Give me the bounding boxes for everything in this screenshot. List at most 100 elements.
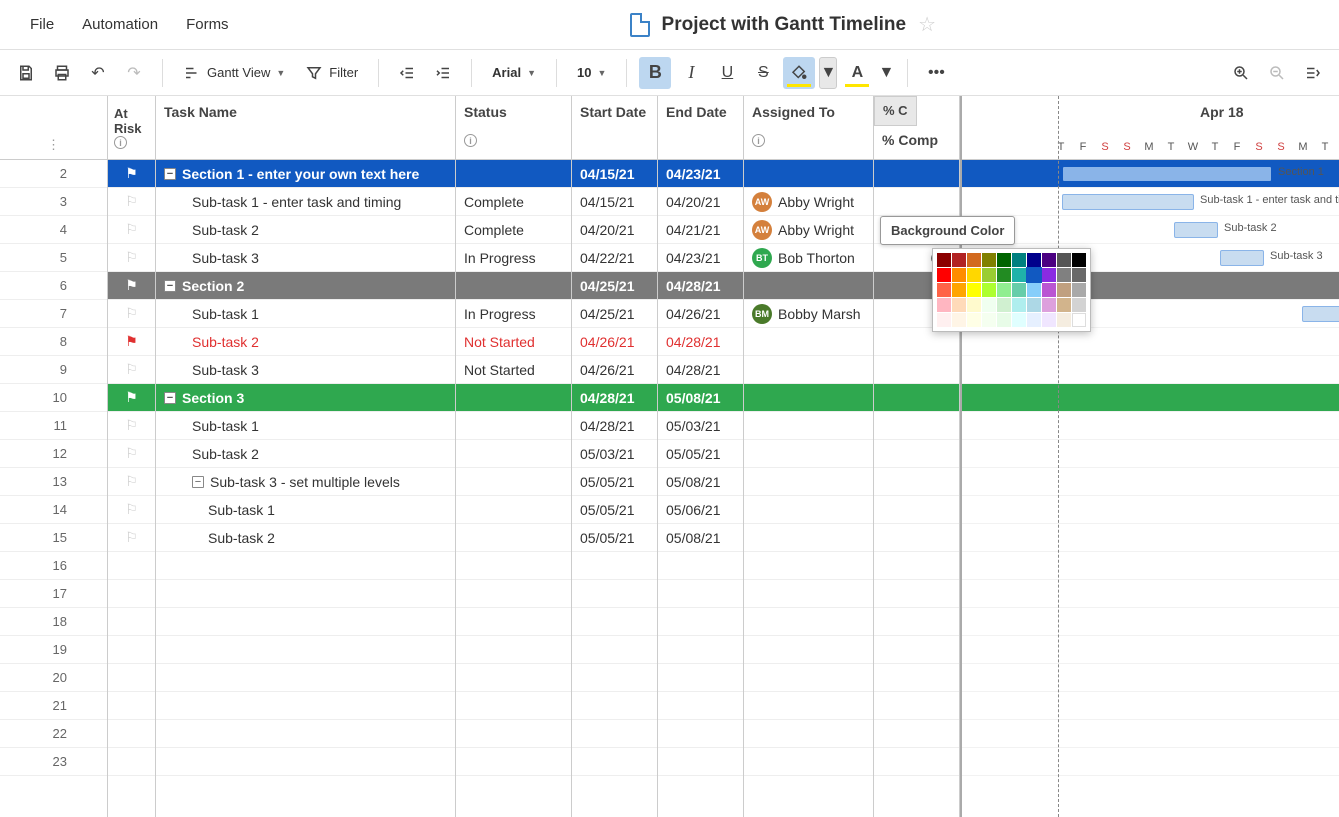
color-swatch[interactable]: [997, 283, 1011, 297]
font-size-selector[interactable]: 10 ▼: [569, 61, 614, 84]
assigned-cell[interactable]: [744, 552, 873, 580]
complete-header[interactable]: % C % Comp: [874, 96, 959, 160]
end-date-header[interactable]: End Date: [658, 96, 743, 160]
color-swatch[interactable]: [1027, 268, 1041, 282]
color-swatch[interactable]: [967, 268, 981, 282]
row-number[interactable]: 2: [0, 160, 107, 188]
collapse-icon[interactable]: −: [164, 280, 176, 292]
text-color-dropdown[interactable]: ▼: [877, 57, 895, 89]
color-swatch[interactable]: [937, 283, 951, 297]
status-cell[interactable]: [456, 748, 571, 776]
task-cell[interactable]: [156, 664, 455, 692]
color-swatch[interactable]: [1042, 253, 1056, 267]
color-swatch[interactable]: [1057, 268, 1071, 282]
color-swatch[interactable]: [1027, 313, 1041, 327]
at-risk-cell[interactable]: ⚑: [108, 272, 155, 300]
task-cell[interactable]: Sub-task 1: [156, 496, 455, 524]
color-swatch[interactable]: [1057, 253, 1071, 267]
at-risk-header[interactable]: At Risk i: [108, 96, 155, 160]
at-risk-cell[interactable]: ⚐: [108, 300, 155, 328]
start-date-cell[interactable]: 04/15/21: [572, 160, 657, 188]
assigned-cell[interactable]: [744, 636, 873, 664]
task-cell[interactable]: [156, 692, 455, 720]
row-number[interactable]: 9: [0, 356, 107, 384]
page-title[interactable]: Project with Gantt Timeline: [662, 14, 907, 36]
print-button[interactable]: [46, 57, 78, 89]
color-swatch[interactable]: [1057, 298, 1071, 312]
at-risk-cell[interactable]: [108, 552, 155, 580]
color-swatch[interactable]: [1012, 283, 1026, 297]
italic-button[interactable]: I: [675, 57, 707, 89]
end-date-cell[interactable]: [658, 608, 743, 636]
complete-cell[interactable]: [874, 692, 959, 720]
complete-cell[interactable]: [874, 636, 959, 664]
row-number[interactable]: 10: [0, 384, 107, 412]
end-date-cell[interactable]: [658, 720, 743, 748]
status-cell[interactable]: Complete: [456, 188, 571, 216]
color-swatch[interactable]: [1072, 313, 1086, 327]
row-number[interactable]: 3: [0, 188, 107, 216]
status-cell[interactable]: [456, 608, 571, 636]
assigned-cell[interactable]: [744, 384, 873, 412]
task-cell[interactable]: Sub-task 1: [156, 412, 455, 440]
assigned-to-header[interactable]: Assigned Toi: [744, 96, 873, 160]
assigned-cell[interactable]: [744, 412, 873, 440]
font-selector[interactable]: Arial ▼: [484, 61, 544, 84]
end-date-cell[interactable]: 04/20/21: [658, 188, 743, 216]
fill-color-button[interactable]: [783, 57, 815, 89]
end-date-cell[interactable]: [658, 580, 743, 608]
task-cell[interactable]: [156, 580, 455, 608]
at-risk-cell[interactable]: ⚐: [108, 524, 155, 552]
color-swatch[interactable]: [1072, 268, 1086, 282]
at-risk-cell[interactable]: [108, 720, 155, 748]
start-date-cell[interactable]: [572, 608, 657, 636]
start-date-cell[interactable]: [572, 720, 657, 748]
complete-cell[interactable]: [874, 384, 959, 412]
complete-cell[interactable]: [874, 412, 959, 440]
assigned-cell[interactable]: [744, 580, 873, 608]
text-color-button[interactable]: A: [841, 57, 873, 89]
complete-cell[interactable]: [874, 524, 959, 552]
end-date-cell[interactable]: 05/08/21: [658, 524, 743, 552]
color-swatch[interactable]: [937, 268, 951, 282]
assigned-cell[interactable]: [744, 692, 873, 720]
color-swatch[interactable]: [952, 283, 966, 297]
start-date-cell[interactable]: 04/22/21: [572, 244, 657, 272]
color-swatch[interactable]: [967, 283, 981, 297]
gantt-bar[interactable]: [1062, 194, 1194, 210]
task-cell[interactable]: Sub-task 2: [156, 440, 455, 468]
end-date-cell[interactable]: [658, 664, 743, 692]
at-risk-cell[interactable]: [108, 636, 155, 664]
at-risk-cell[interactable]: ⚑: [108, 328, 155, 356]
task-cell[interactable]: −Section 1 - enter your own text here: [156, 160, 455, 188]
task-cell[interactable]: −Section 3: [156, 384, 455, 412]
color-swatch[interactable]: [1027, 298, 1041, 312]
status-cell[interactable]: [456, 580, 571, 608]
color-swatch[interactable]: [967, 298, 981, 312]
assigned-cell[interactable]: [744, 664, 873, 692]
color-swatch[interactable]: [1012, 268, 1026, 282]
end-date-cell[interactable]: [658, 552, 743, 580]
task-cell[interactable]: [156, 552, 455, 580]
color-swatch[interactable]: [1012, 253, 1026, 267]
end-date-cell[interactable]: 04/23/21: [658, 244, 743, 272]
color-swatch[interactable]: [982, 298, 996, 312]
start-date-cell[interactable]: 04/28/21: [572, 384, 657, 412]
assigned-cell[interactable]: [744, 496, 873, 524]
end-date-cell[interactable]: 05/03/21: [658, 412, 743, 440]
end-date-cell[interactable]: 05/08/21: [658, 468, 743, 496]
color-swatch[interactable]: [982, 268, 996, 282]
at-risk-cell[interactable]: ⚐: [108, 188, 155, 216]
start-date-cell[interactable]: 04/26/21: [572, 356, 657, 384]
star-icon[interactable]: ☆: [918, 12, 936, 37]
color-swatch[interactable]: [1042, 268, 1056, 282]
task-cell[interactable]: Sub-task 2: [156, 328, 455, 356]
collapse-icon[interactable]: −: [192, 476, 204, 488]
menu-file[interactable]: File: [16, 10, 68, 39]
color-swatch[interactable]: [1012, 313, 1026, 327]
bold-button[interactable]: B: [639, 57, 671, 89]
color-swatch[interactable]: [967, 313, 981, 327]
outdent-button[interactable]: [391, 57, 423, 89]
complete-cell[interactable]: [874, 328, 959, 356]
row-number[interactable]: 8: [0, 328, 107, 356]
